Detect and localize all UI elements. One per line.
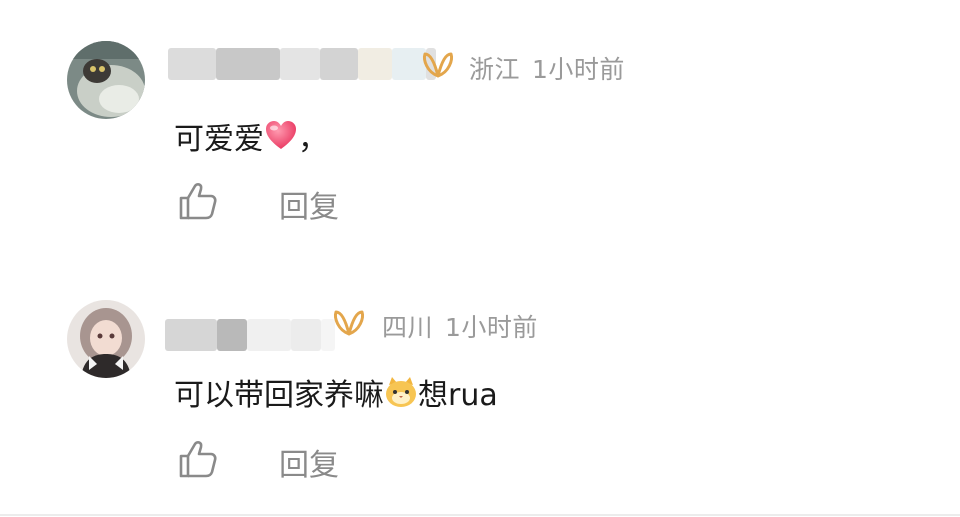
- thumbs-up-icon[interactable]: [177, 438, 219, 480]
- comment-meta: 浙江 1小时前: [469, 50, 637, 86]
- comment-text-part: 可以带回家养嘛: [174, 378, 384, 413]
- comment-region: 浙江: [469, 55, 521, 84]
- comment-text: 可以带回家养嘛 想rua: [174, 372, 498, 413]
- avatar[interactable]: [67, 41, 145, 119]
- comment-region: 四川: [382, 313, 434, 342]
- reply-button[interactable]: 回复: [279, 182, 339, 226]
- comment-meta: 四川 1小时前: [382, 308, 550, 344]
- comment-text-part: 想rua: [418, 378, 498, 413]
- thumbs-up-icon[interactable]: [177, 180, 219, 222]
- vip-badge-icon: [332, 308, 366, 338]
- comment-time: 1小时前: [445, 313, 538, 342]
- heart-emoji-icon: [264, 119, 298, 153]
- cat-face-emoji-icon: [384, 375, 418, 409]
- comment-text: 可爱爱 ，: [174, 116, 328, 157]
- vip-badge-icon: [421, 50, 455, 80]
- avatar[interactable]: [67, 300, 145, 378]
- username-redacted[interactable]: [165, 316, 335, 354]
- reply-button[interactable]: 回复: [279, 440, 339, 484]
- comment-text-part: ，: [298, 122, 328, 157]
- comment-text-part: 可爱爱: [174, 122, 264, 157]
- comment-time: 1小时前: [532, 55, 625, 84]
- username-redacted[interactable]: [168, 45, 436, 83]
- divider: [0, 514, 960, 516]
